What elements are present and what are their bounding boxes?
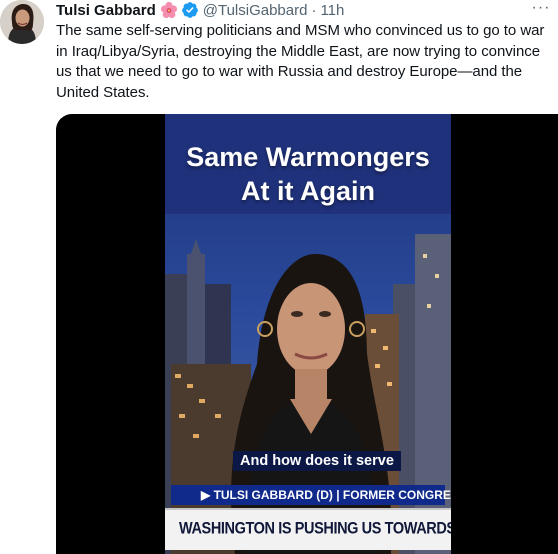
video-caption: And how does it serve (233, 451, 401, 471)
more-options-icon[interactable]: ··· (530, 0, 552, 20)
author-handle[interactable]: @TulsiGabbard (203, 2, 308, 19)
tweet-header: Tulsi Gabbard @TulsiGabbard · 11h (56, 0, 344, 20)
headline-line-1: Same Warmongers (186, 142, 430, 172)
separator-dot: · (311, 1, 317, 19)
author-name[interactable]: Tulsi Gabbard (56, 2, 156, 19)
headline-line-2: At it Again (241, 176, 375, 206)
tweet-text: The same self-serving politicians and MS… (56, 22, 545, 101)
lower-third-banner: WASHINGTON IS PUSHING US TOWARDS WAR WIT… (165, 508, 451, 550)
verified-badge-icon (181, 1, 199, 19)
tweet-timestamp[interactable]: 11h (320, 2, 344, 19)
video-frame: Same Warmongers At it Again And how does… (165, 114, 451, 554)
avatar[interactable] (0, 0, 44, 44)
hibiscus-emoji-icon (160, 1, 178, 19)
video-player[interactable]: Same Warmongers At it Again And how does… (56, 114, 558, 554)
video-headline: Same Warmongers At it Again (165, 140, 451, 208)
lower-third-banner-text: WASHINGTON IS PUSHING US TOWARDS WAR WIT… (179, 519, 451, 539)
avatar-photo (0, 0, 44, 44)
lower-third-name: ▶ TULSI GABBARD (D) | FORMER CONGRESSWOM… (171, 485, 451, 505)
